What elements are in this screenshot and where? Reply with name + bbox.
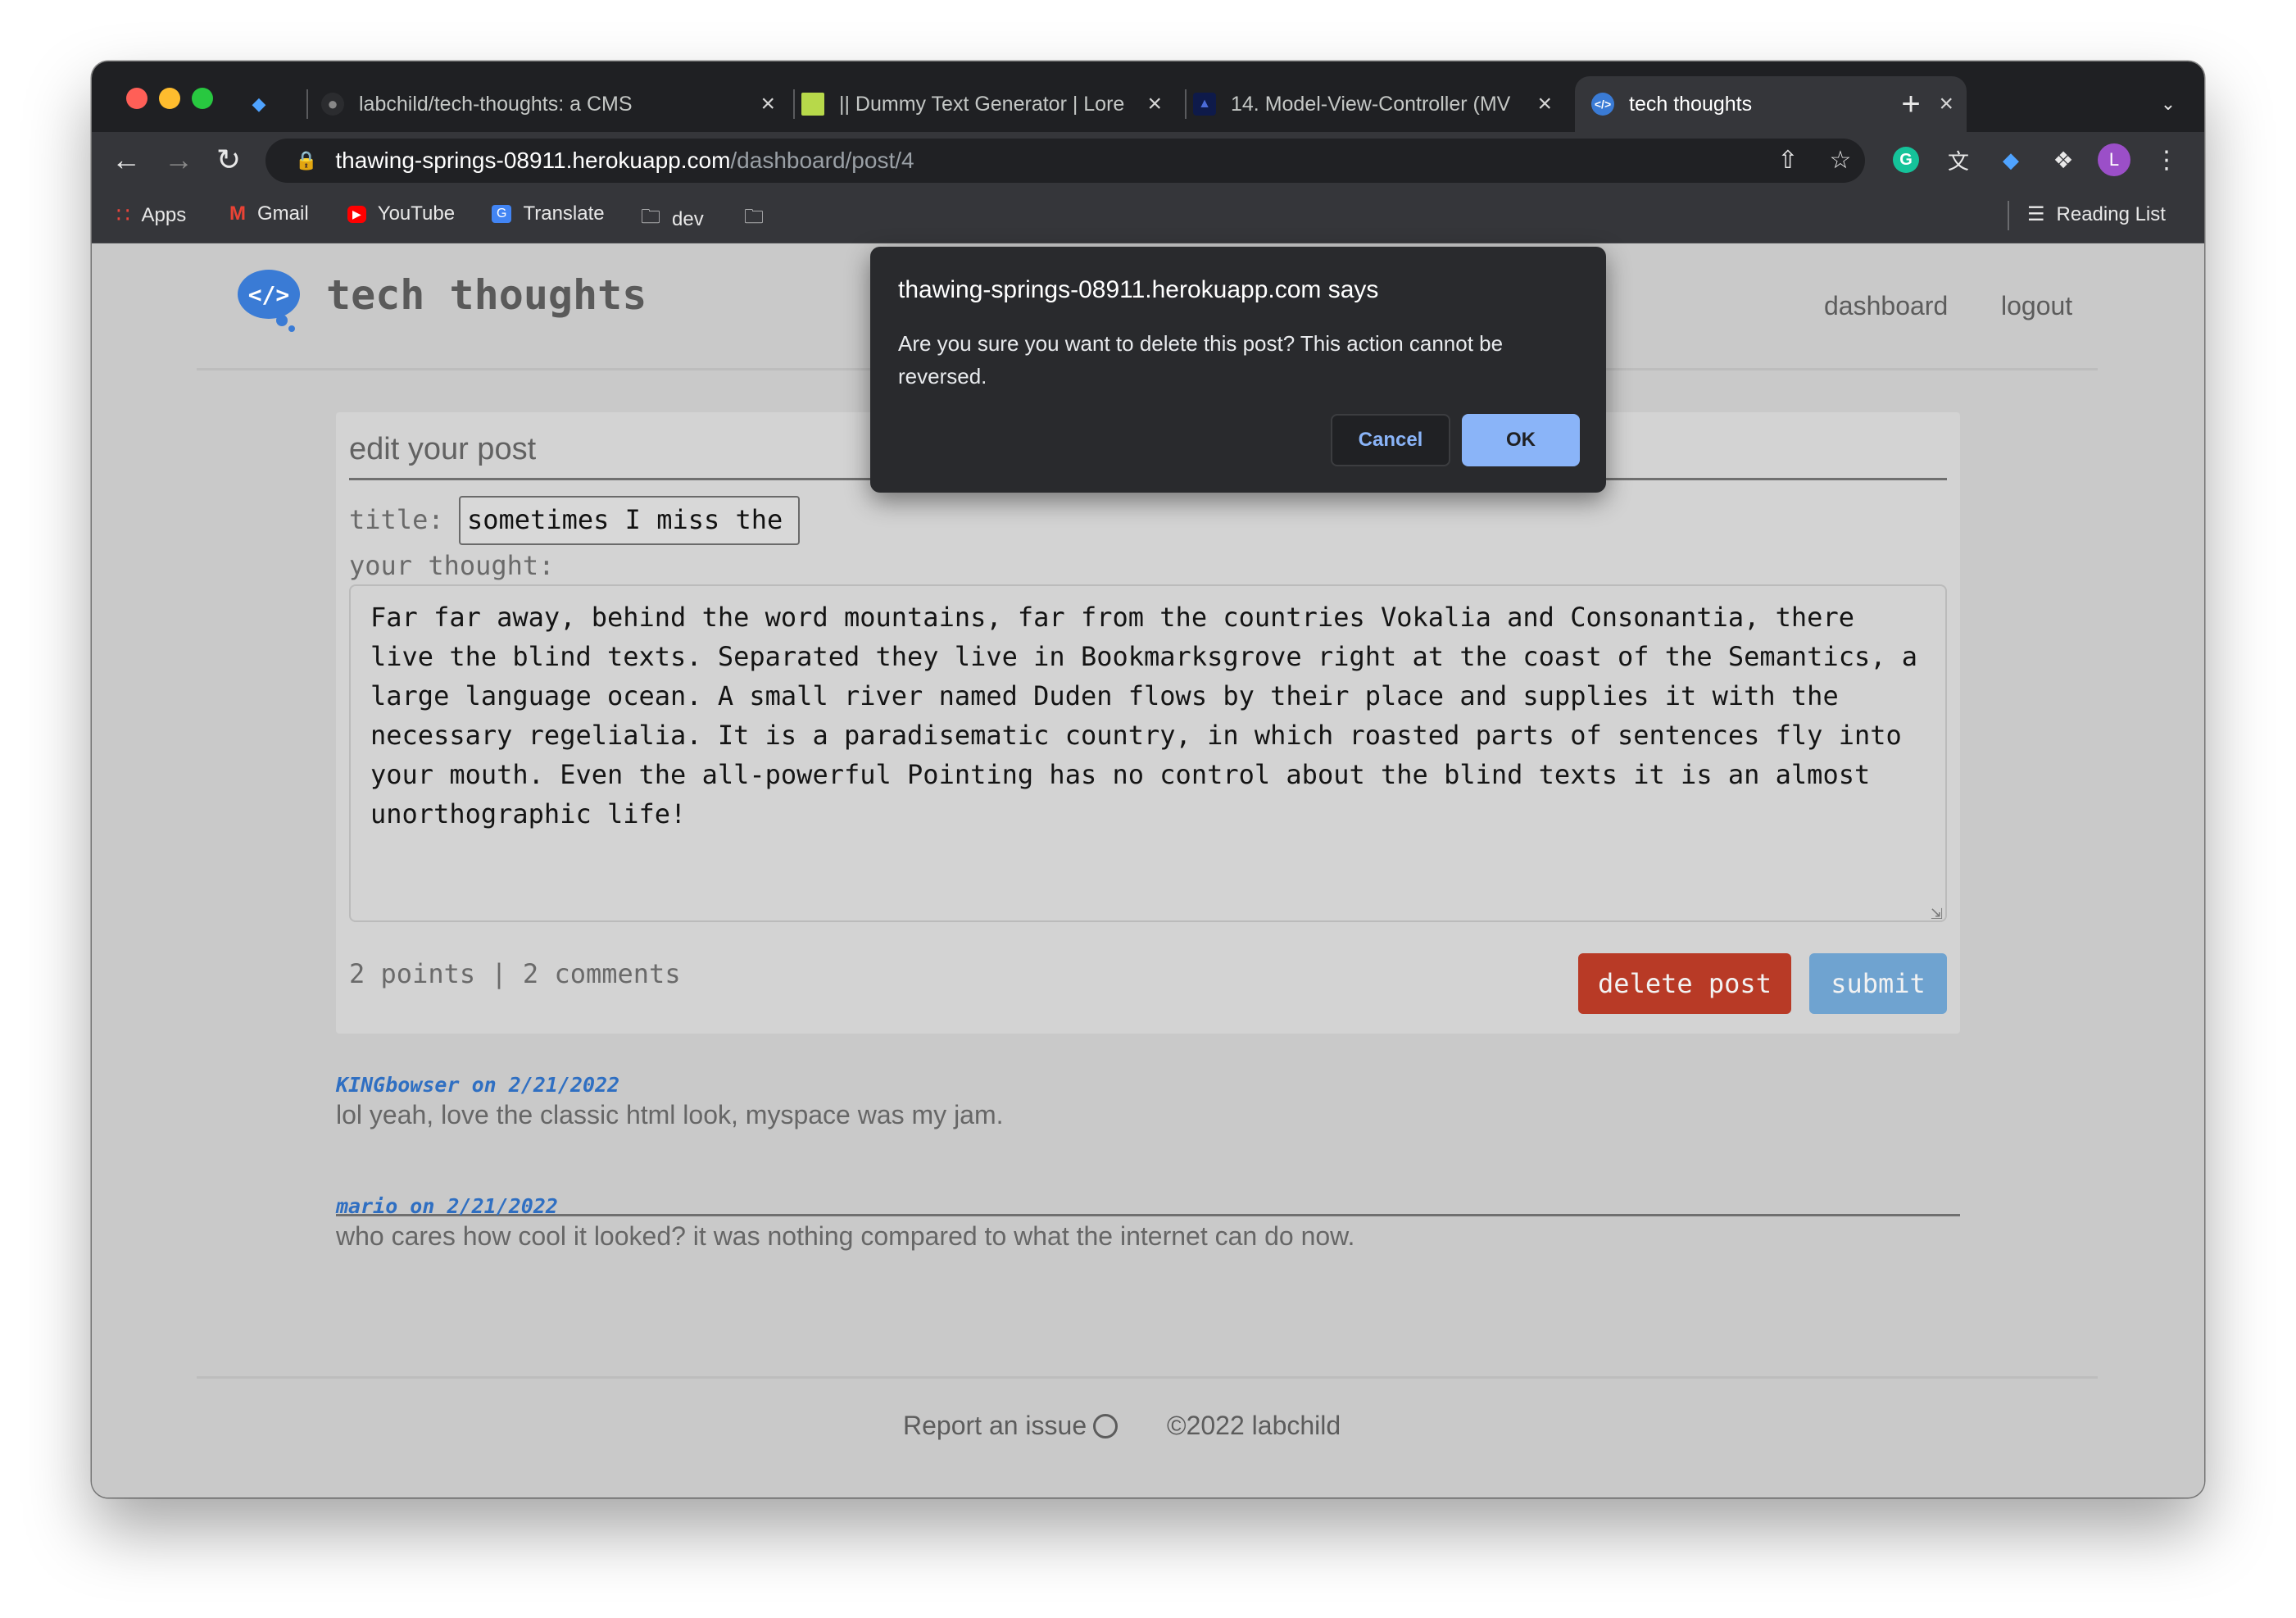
bookmark-apps[interactable]: ∷ Apps [116, 202, 186, 228]
dialog-title: thawing-springs-08911.herokuapp.com says [898, 276, 1379, 303]
browser-toolbar: ← → ↻ 🔒 thawing-springs-08911.herokuapp.… [92, 132, 2204, 188]
footer-divider [197, 1376, 2098, 1379]
google-translate-icon: G [492, 205, 512, 223]
close-tab-icon[interactable]: × [760, 90, 775, 118]
tab-title: tech thoughts [1629, 92, 1753, 116]
tab-title: labchild/tech-thoughts: a CMS [359, 92, 633, 116]
zoom-window-button[interactable] [192, 88, 213, 109]
bookmark-label: Apps [141, 203, 187, 226]
bookmarks-separator [2008, 201, 2009, 230]
reload-icon[interactable]: ↻ [216, 140, 241, 180]
pinned-tab[interactable]: ◆ [247, 76, 285, 132]
bookmark-label: Gmail [257, 202, 309, 225]
close-tab-icon[interactable]: × [1939, 90, 1953, 118]
reading-list-label: Reading List [2056, 202, 2166, 225]
gem-icon: ◆ [252, 93, 266, 114]
bookmark-translate[interactable]: G Translate [492, 202, 605, 225]
tab-title: 14. Model-View-Controller (MV [1231, 92, 1511, 116]
bookmark-label: YouTube [377, 202, 456, 225]
comment-meta: KINGbowser on 2/21/2022 [336, 1073, 620, 1097]
ok-button[interactable]: OK [1462, 414, 1580, 466]
comment-meta: mario on 2/21/2022 [336, 1194, 558, 1218]
bookmark-star-icon[interactable]: ☆ [1824, 143, 1857, 176]
textarea-resize-icon[interactable]: ⇲ [1931, 906, 1943, 923]
profile-avatar[interactable]: L [2098, 143, 2130, 176]
report-issue-link[interactable]: Report an issue [903, 1411, 1119, 1441]
edit-post-card: edit your post title: sometimes I miss t… [336, 412, 1960, 1034]
tab-mvc[interactable]: ▲ 14. Model-View-Controller (MV × [1193, 76, 1565, 132]
url-path: /dashboard/post/4 [730, 148, 914, 173]
minimize-window-button[interactable] [159, 88, 180, 109]
course-icon: ▲ [1193, 93, 1216, 116]
close-window-button[interactable] [126, 88, 147, 109]
site-brand[interactable]: tech thoughts [326, 271, 647, 319]
bookmark-folder[interactable]: 🗀 [744, 202, 775, 236]
nav-dashboard[interactable]: dashboard [1824, 291, 1948, 321]
bookmarks-bar: ∷ Apps M Gmail ▶ YouTube G Translate 🗀 dev 🗀 … [92, 188, 2204, 243]
bookmark-dev-folder[interactable]: 🗀 dev [641, 202, 704, 236]
nav-logout[interactable]: logout [2001, 291, 2072, 321]
lock-icon: 🔒 [295, 150, 318, 170]
address-bar[interactable]: 🔒 thawing-springs-08911.herokuapp.com/da… [265, 139, 1865, 183]
comment-text: who cares how cool it looked? it was not… [336, 1221, 1355, 1251]
reading-list-button[interactable]: ☰ Reading List [2027, 202, 2166, 226]
bookmark-label: dev [672, 207, 704, 230]
svg-text:</>: </> [248, 281, 290, 308]
title-label: title: [349, 504, 444, 535]
translate-extension-icon[interactable]: 文 [1942, 143, 1975, 176]
tab-search-chevron-icon[interactable]: ⌄ [2152, 88, 2185, 120]
site-logo-icon: </> [234, 266, 303, 332]
comment-second: mario on 2/21/2022 who cares how cool it… [336, 1194, 1960, 1252]
comment-text: lol yeah, love the classic html look, my… [336, 1100, 1004, 1129]
back-icon[interactable]: ← [111, 140, 141, 180]
extensions-puzzle-icon[interactable]: ❖ [2047, 143, 2080, 176]
folder-icon: 🗀 [744, 206, 764, 228]
tab-strip: ◆ ● labchild/tech-thoughts: a CMS × || D… [92, 61, 2204, 132]
url-host: thawing-springs-08911.herokuapp.com [335, 148, 731, 173]
avatar-initial: L [2098, 143, 2130, 176]
tab-separator [306, 89, 308, 119]
copyright: ©2022 labchild [1167, 1411, 1341, 1440]
new-tab-icon[interactable]: + [1894, 86, 1927, 122]
tab-separator [1185, 89, 1187, 119]
reading-list-icon: ☰ [2027, 203, 2045, 225]
bookmark-youtube[interactable]: ▶ YouTube [347, 202, 455, 225]
share-icon[interactable]: ⇧ [1772, 143, 1804, 176]
apps-grid-icon: ∷ [116, 202, 130, 227]
thought-textarea[interactable]: Far far away, behind the word mountains,… [349, 584, 1947, 922]
tab-github[interactable]: ● labchild/tech-thoughts: a CMS × [321, 76, 788, 132]
title-input[interactable]: sometimes I miss the [459, 496, 800, 545]
folder-icon: 🗀 [641, 206, 660, 228]
github-icon: ● [321, 93, 344, 116]
tech-thoughts-icon: </> [1591, 93, 1614, 116]
dummy-text-icon [801, 93, 824, 116]
youtube-icon: ▶ [347, 205, 366, 223]
post-stats: 2 points | 2 comments [349, 958, 681, 989]
grammarly-icon[interactable]: G [1890, 143, 1922, 176]
report-issue-label: Report an issue [903, 1411, 1087, 1440]
tab-title: || Dummy Text Generator | Lore [839, 92, 1125, 116]
dialog-message: Are you sure you want to delete this pos… [898, 331, 1504, 389]
tab-dummy-text[interactable]: || Dummy Text Generator | Lore × [801, 76, 1175, 132]
confirm-dialog: thawing-springs-08911.herokuapp.com says… [870, 247, 1606, 493]
gem-extension-icon[interactable]: ◆ [1994, 143, 2027, 176]
tab-separator [793, 89, 795, 119]
edit-heading: edit your post [349, 432, 537, 466]
submit-button[interactable]: submit [1809, 953, 1947, 1014]
comment: KINGbowser on 2/21/2022 lol yeah, love t… [336, 1073, 1960, 1130]
bookmark-gmail[interactable]: M Gmail [229, 202, 309, 225]
gmail-icon: M [229, 202, 246, 225]
github-icon [1093, 1413, 1119, 1438]
forward-icon[interactable]: → [164, 140, 193, 180]
cancel-button[interactable]: Cancel [1331, 414, 1450, 466]
close-tab-icon[interactable]: × [1147, 90, 1162, 118]
body-label: your thought: [349, 550, 555, 581]
menu-dots-icon[interactable]: ⋮ [2150, 143, 2183, 176]
bookmark-label: Translate [523, 202, 605, 225]
close-tab-icon[interactable]: × [1537, 90, 1552, 118]
browser-window: ◆ ● labchild/tech-thoughts: a CMS × || D… [92, 61, 2204, 1498]
delete-post-button[interactable]: delete post [1578, 953, 1791, 1014]
